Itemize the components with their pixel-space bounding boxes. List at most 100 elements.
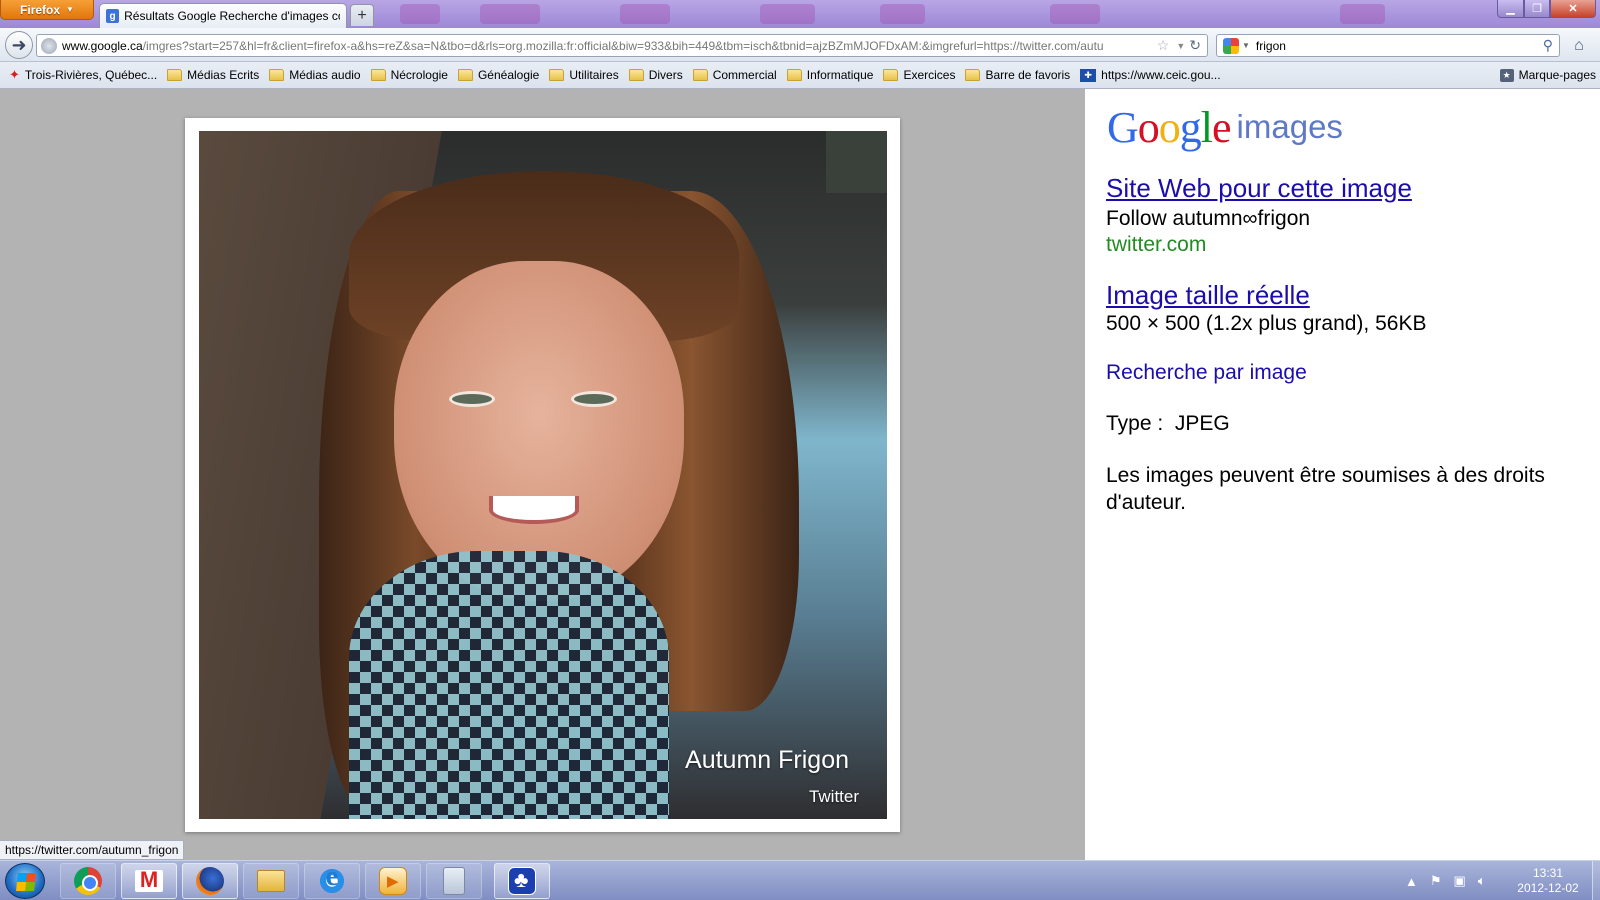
window-titlebar: Firefox ▼ g Résultats Google Recherche d… [0, 0, 1600, 28]
bookmark-label: Barre de favoris [985, 68, 1071, 82]
bookmark-label: Trois-Rivières, Québec... [24, 68, 158, 82]
photo-detail [489, 496, 579, 524]
home-icon: ⌂ [1574, 37, 1584, 54]
taskbar-calculator[interactable] [426, 863, 482, 899]
site-domain: twitter.com [1106, 233, 1207, 256]
background-decoration [760, 4, 815, 24]
network-icon[interactable]: ▣ [1454, 873, 1466, 889]
bookmark-item[interactable]: ✦ Trois-Rivières, Québec... [4, 64, 162, 86]
url-text[interactable]: www.google.ca/imgres?start=257&hl=fr&cli… [62, 39, 1154, 53]
search-by-image-link[interactable]: Recherche par image [1106, 361, 1307, 385]
image-preview-frame[interactable]: Autumn Frigon Twitter [185, 118, 900, 832]
folder-icon [370, 69, 386, 81]
full-size-link[interactable]: Image taille réelle [1106, 280, 1310, 311]
taskbar-media-player[interactable] [365, 863, 421, 899]
search-bar[interactable]: ▼ frigon ⚲ [1216, 34, 1560, 57]
tab-google-images[interactable]: g Résultats Google Recherche d'images co… [99, 3, 347, 28]
folder-icon [628, 69, 644, 81]
folder-icon [883, 69, 899, 81]
bookmark-label: Médias Ecrits [187, 68, 260, 82]
minimize-button[interactable]: ▁ [1497, 0, 1524, 18]
bookmark-label: Commercial [712, 68, 777, 82]
volume-icon[interactable]: 🔈︎ [1478, 873, 1486, 889]
photo-detail [449, 391, 495, 407]
bookmark-folder[interactable]: Exercices [878, 64, 960, 86]
bookmark-folder[interactable]: Généalogie [453, 64, 544, 86]
bookmark-folder[interactable]: Médias audio [264, 64, 365, 86]
address-bar[interactable]: www.google.ca/imgres?start=257&hl=fr&cli… [36, 34, 1208, 57]
clock-date: 2012-12-02 [1517, 881, 1579, 895]
gmail-icon [135, 867, 163, 893]
bookmark-folder[interactable]: Nécrologie [366, 64, 453, 86]
bookmark-label: Exercices [903, 68, 956, 82]
google-search-engine-icon[interactable] [1223, 37, 1239, 54]
chevron-down-icon: ▼ [66, 5, 74, 14]
bookmark-folder[interactable]: Commercial [688, 64, 782, 86]
image-size-details: 500 × 500 (1.2x plus grand), 56KB [1106, 312, 1427, 335]
calculator-icon [443, 867, 465, 895]
image-type: Type : JPEG [1106, 412, 1230, 435]
website-link[interactable]: Site Web pour cette image [1106, 173, 1412, 204]
site-title: Follow autumn∞frigon [1106, 207, 1311, 230]
image-source: Twitter [808, 787, 859, 806]
reload-icon[interactable]: ↻ [1189, 37, 1201, 54]
photo-detail [394, 261, 684, 601]
action-center-flag-icon[interactable]: ⚑ [1430, 873, 1442, 889]
background-decoration [1340, 4, 1385, 24]
firefox-icon [196, 867, 224, 895]
folder-icon [965, 69, 981, 81]
taskbar-chrome[interactable] [60, 863, 116, 899]
maximize-button[interactable]: ❐ [1524, 0, 1550, 18]
new-tab-button[interactable]: + [350, 4, 374, 26]
background-decoration [880, 4, 925, 24]
site-identity-icon[interactable] [41, 37, 57, 54]
bookmark-folder[interactable]: Divers [624, 64, 688, 86]
background-decoration [1050, 4, 1100, 24]
taskbar-explorer[interactable] [243, 863, 299, 899]
show-hidden-icons-icon[interactable]: ▲ [1405, 874, 1418, 889]
google-images-logo[interactable]: Google images [1107, 106, 1343, 150]
firefox-menu-button[interactable]: Firefox ▼ [0, 0, 94, 20]
bookmark-item[interactable]: ✚ https://www.ceic.gou... [1075, 64, 1225, 86]
taskbar-gmail[interactable] [121, 863, 177, 899]
show-desktop-button[interactable] [1592, 861, 1600, 900]
bookmark-label: https://www.ceic.gou... [1101, 68, 1221, 82]
google-logo-letters: Google [1107, 103, 1232, 152]
folder-icon [167, 69, 183, 81]
start-button[interactable] [5, 863, 45, 899]
search-icon[interactable]: ⚲ [1543, 37, 1553, 54]
search-engine-dropdown-icon[interactable]: ▼ [1242, 41, 1250, 50]
taskbar-firefox[interactable] [182, 863, 238, 899]
folder-icon [269, 69, 285, 81]
preview-photo[interactable]: Autumn Frigon Twitter [199, 131, 887, 819]
taskbar-ie[interactable] [304, 861, 360, 899]
url-history-dropdown-icon[interactable]: ▼ [1176, 41, 1185, 51]
home-button[interactable]: ⌂ [1568, 36, 1590, 56]
background-decoration [400, 4, 440, 24]
close-window-button[interactable]: ✕ [1550, 0, 1596, 18]
taskbar-app[interactable] [494, 863, 550, 899]
bookmark-folder[interactable]: Barre de favoris [960, 64, 1075, 86]
image-caption: Autumn Frigon [685, 746, 849, 774]
page-content: Autumn Frigon Twitter Google images Site … [0, 89, 1600, 860]
back-button[interactable]: ➜ [5, 31, 33, 59]
quebec-flag-icon: ✚ [1080, 68, 1097, 82]
windows-taskbar: ▲ ⚑ ▣ 🔈︎ 13:31 2012-12-02 [0, 860, 1600, 900]
bookmark-folder[interactable]: Médias Ecrits [162, 64, 264, 86]
photo-detail [349, 551, 669, 819]
bookmark-star-icon[interactable]: ☆ [1157, 37, 1170, 54]
bookmarks-toolbar: ✦ Trois-Rivières, Québec... Médias Ecrits… [0, 62, 1600, 89]
background-decoration [620, 4, 670, 24]
bookmark-label: Nécrologie [390, 68, 448, 82]
windows-logo-icon [16, 873, 36, 891]
bookmark-label: Utilitaires [569, 68, 619, 82]
photo-detail [826, 131, 887, 193]
marque-pages-menu[interactable]: ★ Marque-pages [1499, 64, 1596, 86]
bookmark-folder[interactable]: Informatique [782, 64, 879, 86]
copyright-notice: Les images peuvent être soumises à des d… [1106, 464, 1545, 514]
system-clock[interactable]: 13:31 2012-12-02 [1508, 866, 1588, 896]
search-input[interactable]: frigon [1256, 39, 1543, 53]
url-path: /imgres?start=257&hl=fr&client=firefox-a… [142, 38, 1104, 53]
folder-icon [549, 69, 565, 81]
bookmark-folder[interactable]: Utilitaires [544, 64, 623, 86]
